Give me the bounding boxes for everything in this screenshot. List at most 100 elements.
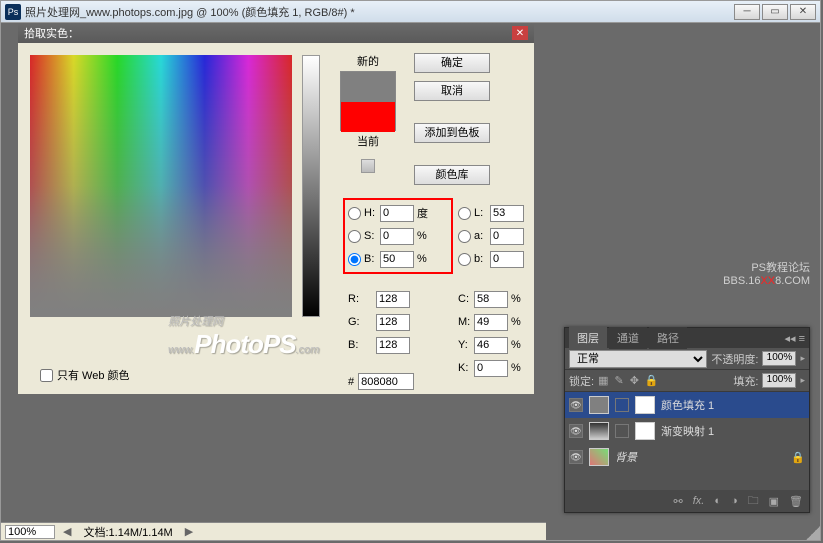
lock-position-icon[interactable]: ✥ [630,374,639,387]
minimize-button[interactable]: ─ [734,4,760,20]
lock-all-icon[interactable]: 🔒 [645,374,659,387]
statusbar: 100% ◀ 文档:1.14M/1.14M ▶ [1,522,546,540]
lock-label: 锁定: [569,373,594,389]
lab-b-label: b: [474,253,490,265]
b-unit: % [417,253,431,265]
fill-input[interactable]: 100% [762,373,796,388]
hex-input[interactable] [358,373,414,390]
ok-button[interactable]: 确定 [414,53,490,73]
new-layer-icon[interactable]: ▣ [769,495,779,508]
blend-mode-select[interactable]: 正常 [569,350,707,368]
layers-panel: 图层 通道 路径 ◂◂ ≡ 正常 不透明度: 100% ▸ 锁定: ▦ ✎ ✥ … [564,327,810,513]
rgb-b-input[interactable] [376,337,410,354]
b-radio[interactable] [348,253,361,266]
forum-watermark: PS教程论坛 BBS.16XX8.COM [723,259,810,287]
mask-thumb [635,396,655,414]
m-input[interactable] [474,314,508,331]
trash-icon[interactable]: 🗑 [789,495,803,508]
new-color-swatch [341,72,395,102]
color-library-button[interactable]: 颜色库 [414,165,490,185]
lock-transparency-icon[interactable]: ▦ [598,374,608,387]
tab-layers[interactable]: 图层 [569,327,607,349]
lab-b-input[interactable] [490,251,524,268]
s-label: S: [364,230,380,242]
r-input[interactable] [376,291,410,308]
layer-name[interactable]: 渐变映射 1 [661,423,805,439]
folder-icon[interactable]: 🗀 [748,492,759,511]
maximize-button[interactable]: ▭ [762,4,788,20]
m-label: M: [458,316,474,328]
l-radio[interactable] [458,207,471,220]
layer-item[interactable]: 👁 背景 🔒 [565,444,809,470]
web-only-label: 只有 Web 颜色 [57,367,130,383]
color-field[interactable] [30,55,292,317]
layer-name[interactable]: 背景 [615,449,785,465]
y-input[interactable] [474,337,508,354]
layer-thumb [589,396,609,414]
resize-grip-icon[interactable] [806,526,820,540]
tab-paths[interactable]: 路径 [649,327,687,349]
brightness-slider[interactable] [302,55,320,317]
layer-item[interactable]: 👁 渐变映射 1 [565,418,809,444]
zoom-input[interactable]: 100% [5,525,55,539]
s-input[interactable] [380,228,414,245]
link-icon[interactable] [615,398,629,412]
fx-icon[interactable]: fx. [693,495,705,507]
link-icon[interactable] [615,424,629,438]
h-input[interactable] [380,205,414,222]
watermark: 照片处理网 www.PhotoPS.com [168,313,319,360]
panel-menu-icon[interactable]: ◂◂ ≡ [784,332,805,345]
layer-thumb [589,422,609,440]
add-swatch-button[interactable]: 添加到色板 [414,123,490,143]
new-color-label: 新的 [340,53,396,69]
web-only-checkbox[interactable] [40,369,53,382]
l-input[interactable] [490,205,524,222]
tab-channels[interactable]: 通道 [609,327,647,349]
s-radio[interactable] [348,230,361,243]
c-label: C: [458,293,474,305]
opacity-label: 不透明度: [711,351,758,367]
visibility-icon[interactable]: 👁 [569,398,583,412]
h-unit: 度 [417,205,431,221]
r-label: R: [348,293,376,305]
b-input[interactable] [380,251,414,268]
dialog-close-icon[interactable]: ✕ [512,26,528,40]
c-input[interactable] [474,291,508,308]
current-color-swatch [341,102,395,132]
lab-b-radio[interactable] [458,253,471,266]
a-input[interactable] [490,228,524,245]
fill-arrow-icon[interactable]: ▸ [800,375,805,386]
hex-label: # [348,376,354,388]
k-input[interactable] [474,360,508,377]
fill-label: 填充: [733,373,758,389]
g-input[interactable] [376,314,410,331]
close-button[interactable]: ✕ [790,4,816,20]
lock-icon: 🔒 [791,451,805,464]
window-title: 照片处理网_www.photops.com.jpg @ 100% (颜色填充 1… [25,4,734,20]
opacity-arrow-icon[interactable]: ▸ [800,353,805,364]
h-radio[interactable] [348,207,361,220]
layer-thumb [589,448,609,466]
y-label: Y: [458,339,474,351]
visibility-icon[interactable]: 👁 [569,450,583,464]
l-label: L: [474,207,490,219]
app-icon: Ps [5,4,21,20]
doc-menu-icon[interactable]: ▶ [185,525,193,538]
cancel-button[interactable]: 取消 [414,81,490,101]
adjustment-icon[interactable]: ◑ [731,495,738,507]
opacity-input[interactable]: 100% [762,351,796,366]
a-radio[interactable] [458,230,471,243]
visibility-icon[interactable]: 👁 [569,424,583,438]
zoom-menu-icon[interactable]: ◀ [63,525,71,538]
a-label: a: [474,230,490,242]
link-layers-icon[interactable]: ⚯ [673,495,682,508]
layer-item[interactable]: 👁 颜色填充 1 [565,392,809,418]
layer-name[interactable]: 颜色填充 1 [661,397,805,413]
lock-pixels-icon[interactable]: ✎ [614,374,623,387]
color-picker-dialog: 拾取实色： ✕ 新的 当前 确定 取消 添加到色板 颜色库 [17,23,535,395]
mask-icon[interactable]: ◐ [714,495,721,507]
cube-icon[interactable] [361,159,375,173]
s-unit: % [417,230,431,242]
dialog-title: 拾取实色： [24,25,79,41]
titlebar: Ps 照片处理网_www.photops.com.jpg @ 100% (颜色填… [1,1,820,23]
